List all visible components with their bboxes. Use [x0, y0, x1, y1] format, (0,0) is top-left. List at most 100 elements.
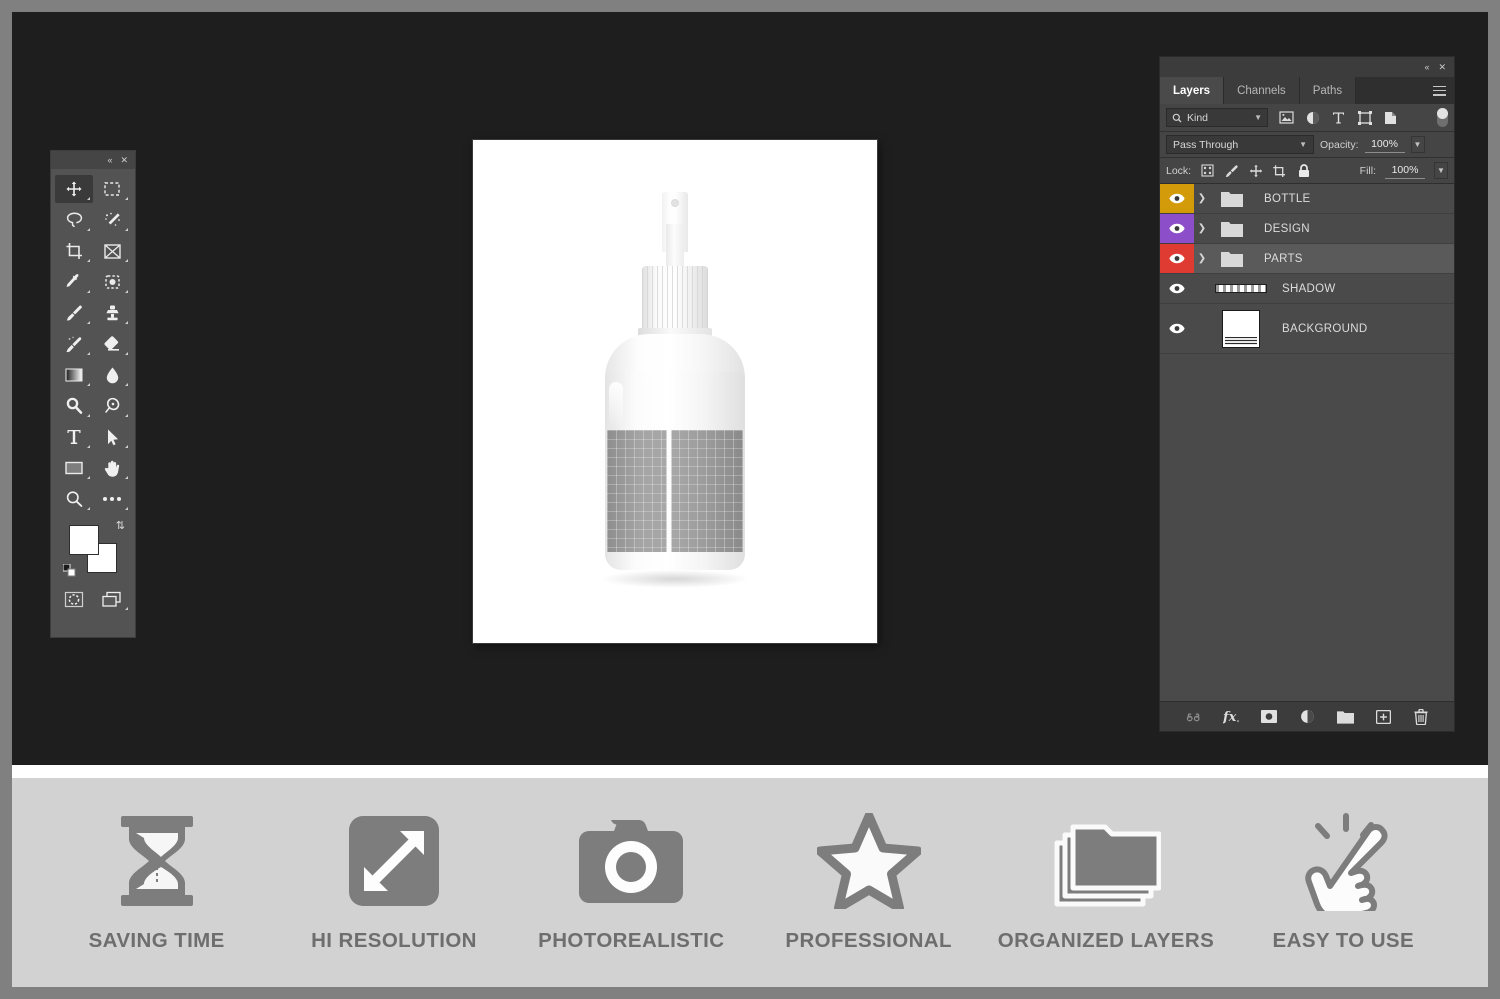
tool-corner-marker	[87, 352, 90, 355]
blend-mode-select[interactable]: Pass Through ▼	[1166, 135, 1314, 154]
eye-icon	[1169, 253, 1185, 264]
opacity-value[interactable]: 100%	[1364, 136, 1405, 153]
feature-hi-resolution: HI RESOLUTION	[275, 813, 512, 953]
foreground-color-swatch[interactable]	[69, 525, 99, 555]
blur-tool[interactable]	[93, 361, 131, 389]
type-layer-filter-icon[interactable]	[1330, 110, 1347, 125]
feature-easy-to-use: EASY TO USE	[1225, 812, 1462, 953]
adjustment-layer-filter-icon[interactable]	[1304, 110, 1321, 125]
table-row[interactable]: SHADOW	[1160, 274, 1454, 304]
hand-tool[interactable]	[93, 454, 131, 482]
layers-close-icon[interactable]: ✕	[1438, 62, 1446, 72]
lock-position-icon[interactable]	[1248, 163, 1263, 178]
add-layer-mask-icon[interactable]	[1261, 709, 1278, 725]
table-row[interactable]: ❯ DESIGN	[1160, 214, 1454, 244]
panel-menu-icon[interactable]	[1433, 85, 1446, 96]
path-selection-tool[interactable]	[93, 423, 131, 451]
tool-corner-marker	[87, 476, 90, 479]
tool-corner-marker	[125, 383, 128, 386]
screen-mode-icon[interactable]	[93, 585, 131, 613]
layer-name: BOTTLE	[1264, 192, 1311, 205]
panel-tabs: Layers Channels Paths	[1160, 77, 1454, 104]
swap-colors-icon[interactable]: ⇅	[116, 521, 125, 532]
folder-icon	[1221, 252, 1243, 267]
new-layer-icon[interactable]	[1375, 709, 1392, 725]
fill-value[interactable]: 100%	[1385, 162, 1425, 179]
shape-layer-filter-icon[interactable]	[1356, 110, 1373, 125]
new-adjustment-layer-icon[interactable]	[1299, 709, 1316, 725]
spot-healing-brush-tool[interactable]	[93, 268, 131, 296]
dodge-tool[interactable]	[55, 392, 93, 420]
layers-panel-titlebar: « ✕	[1160, 57, 1454, 77]
lock-artboard-nesting-icon[interactable]	[1272, 163, 1287, 178]
table-row[interactable]: BACKGROUND	[1160, 304, 1454, 354]
eraser-tool[interactable]	[93, 330, 131, 358]
tab-layers[interactable]: Layers	[1160, 77, 1225, 104]
frame-tool[interactable]	[93, 237, 131, 265]
move-tool[interactable]	[55, 175, 93, 203]
rectangular-marquee-tool[interactable]	[93, 175, 131, 203]
tool-corner-marker	[125, 414, 128, 417]
table-row[interactable]: ❯ PARTS	[1160, 244, 1454, 274]
bottle-ground-shadow	[600, 569, 750, 588]
tools-close-icon[interactable]: ✕	[120, 155, 128, 165]
crop-tool[interactable]	[55, 237, 93, 265]
filter-kind-select[interactable]: Kind ▼	[1166, 108, 1268, 127]
tool-corner-marker	[87, 507, 90, 510]
tool-corner-marker	[125, 476, 128, 479]
feature-label: EASY TO USE	[1272, 928, 1415, 952]
expand-group-icon[interactable]: ❯	[1194, 223, 1210, 234]
quick-selection-tool[interactable]	[93, 206, 131, 234]
history-brush-tool[interactable]	[55, 330, 93, 358]
lock-all-icon[interactable]	[1296, 163, 1311, 178]
tool-corner-marker	[125, 507, 128, 510]
layer-name: PARTS	[1264, 252, 1303, 265]
add-layer-style-icon[interactable]: fx	[1223, 709, 1240, 725]
horizontal-type-tool[interactable]	[55, 423, 93, 451]
tool-corner-marker	[87, 228, 90, 231]
clone-stamp-tool[interactable]	[93, 299, 131, 327]
eye-icon	[1169, 283, 1185, 294]
layer-name: DESIGN	[1264, 222, 1310, 235]
tools-collapse-icon[interactable]: «	[107, 155, 112, 165]
tab-paths[interactable]: Paths	[1299, 77, 1357, 104]
tool-corner-marker	[125, 352, 128, 355]
layers-list: ❯ BOTTLE ❯ DESIGN ❯ PARTS SHADOW BACKGRO…	[1160, 184, 1454, 701]
default-colors-icon[interactable]	[63, 564, 76, 577]
quick-mask-mode-icon[interactable]	[55, 585, 93, 613]
opacity-stepper-icon[interactable]: ▼	[1410, 136, 1425, 153]
layer-visibility-toggle[interactable]	[1160, 214, 1194, 243]
tool-corner-marker	[87, 321, 90, 324]
eyedropper-tool[interactable]	[55, 268, 93, 296]
tool-corner-marker	[87, 414, 90, 417]
brush-tool[interactable]	[55, 299, 93, 327]
layer-visibility-toggle[interactable]	[1160, 244, 1194, 273]
smart-object-filter-icon[interactable]	[1382, 110, 1399, 125]
delete-layer-icon[interactable]	[1413, 708, 1430, 725]
link-layers-icon[interactable]	[1185, 709, 1202, 725]
photoshop-mockup-screenshot: « ✕ ⇅ « ✕ Layers Channels Paths Kind ▼ P…	[0, 0, 1500, 999]
lock-image-pixels-icon[interactable]	[1224, 163, 1239, 178]
zoom-tool[interactable]	[55, 485, 93, 513]
table-row[interactable]: ❯ BOTTLE	[1160, 184, 1454, 214]
rectangle-tool[interactable]	[55, 454, 93, 482]
layer-visibility-toggle[interactable]	[1160, 184, 1194, 213]
pixel-layer-filter-icon[interactable]	[1278, 110, 1295, 125]
gradient-tool[interactable]	[55, 361, 93, 389]
pen-tool[interactable]	[93, 392, 131, 420]
lasso-tool[interactable]	[55, 206, 93, 234]
layers-collapse-icon[interactable]: «	[1424, 62, 1429, 72]
lock-transparent-pixels-icon[interactable]	[1200, 163, 1215, 178]
canvas-document[interactable]	[473, 140, 877, 643]
layers-panel: « ✕ Layers Channels Paths Kind ▼ Pass Th…	[1159, 56, 1455, 732]
layer-visibility-toggle[interactable]	[1160, 304, 1194, 353]
expand-group-icon[interactable]: ❯	[1194, 193, 1210, 204]
lock-row: Lock: Fill: 100% ▼	[1160, 158, 1454, 184]
edit-toolbar-tool[interactable]	[93, 485, 131, 513]
fill-stepper-icon[interactable]: ▼	[1434, 162, 1448, 179]
filter-enable-toggle[interactable]	[1437, 108, 1448, 127]
expand-group-icon[interactable]: ❯	[1194, 253, 1210, 264]
tab-channels[interactable]: Channels	[1224, 77, 1300, 104]
new-group-icon[interactable]	[1336, 709, 1354, 725]
layer-visibility-toggle[interactable]	[1160, 274, 1194, 303]
